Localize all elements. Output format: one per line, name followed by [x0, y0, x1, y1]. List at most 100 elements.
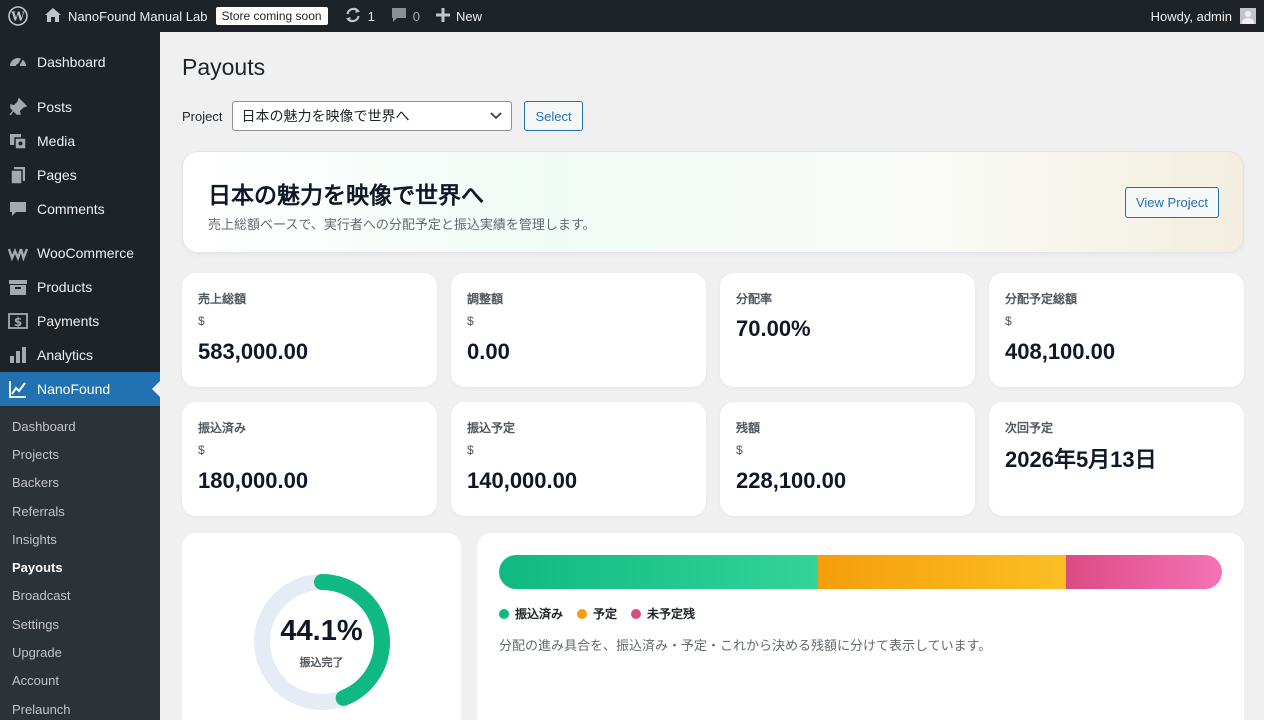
legend-paid: 振込済み [499, 605, 563, 622]
comments-link[interactable]: 0 [383, 0, 428, 32]
page-title: Payouts [182, 54, 266, 80]
account-menu[interactable]: Howdy, admin [1143, 0, 1264, 32]
stat-label: 振込予定 [467, 421, 516, 435]
admin-sidebar: Dashboard Posts Media Pages Comments Woo… [0, 32, 160, 720]
menu-label: Products [37, 279, 93, 295]
stat-label: 残額 [736, 421, 761, 435]
stat-currency: $ [736, 443, 743, 457]
pin-icon [8, 97, 28, 117]
submenu-insights[interactable]: Insights [0, 525, 160, 553]
menu-media[interactable]: Media [0, 124, 160, 158]
chart-line-icon [8, 379, 28, 399]
menu-label: Pages [37, 167, 77, 183]
completion-ring-card: 44.1% 振込完了 [182, 533, 461, 720]
submenu-broadcast[interactable]: Broadcast [0, 582, 160, 610]
main-content: Payouts Project 日本の魅力を映像で世界へ Select 日本の魅… [160, 32, 1264, 720]
menu-comments[interactable]: Comments [0, 192, 160, 226]
menu-pages[interactable]: Pages [0, 158, 160, 192]
stat-card-gross: 売上総額 $ 583,000.00 [182, 273, 437, 387]
menu-dashboard[interactable]: Dashboard [0, 45, 160, 79]
stat-label: 売上総額 [198, 292, 247, 306]
stat-card-rate: 分配率 70.00% [720, 273, 975, 387]
hero-title: 日本の魅力を映像で世界へ [208, 182, 484, 208]
legend-remaining: 未予定残 [631, 605, 695, 622]
project-hero: 日本の魅力を映像で世界へ 売上総額ベースで、実行者への分配予定と振込実績を管理し… [182, 151, 1244, 253]
menu-posts[interactable]: Posts [0, 90, 160, 124]
submenu-projects[interactable]: Projects [0, 440, 160, 468]
refresh-icon [344, 6, 362, 27]
woocommerce-icon [8, 243, 28, 263]
pages-icon [8, 165, 28, 185]
distribution-legend: 振込済み 予定 未予定残 [499, 605, 695, 622]
submenu-backers[interactable]: Backers [0, 469, 160, 497]
legend-label: 予定 [593, 607, 618, 621]
distribution-bar [499, 555, 1222, 589]
menu-label: NanoFound [37, 381, 111, 397]
stat-card-adjustment: 調整額 $ 0.00 [451, 273, 706, 387]
stat-card-planned: 分配予定総額 $ 408,100.00 [989, 273, 1244, 387]
submenu-payouts[interactable]: Payouts [0, 553, 160, 581]
stat-value: 70.00% [736, 316, 811, 341]
bar-chart-icon [8, 345, 28, 365]
completion-percent: 44.1% [280, 615, 363, 647]
menu-nanofound[interactable]: NanoFound [0, 372, 160, 406]
menu-woocommerce[interactable]: WooCommerce [0, 236, 160, 270]
site-name-link[interactable]: NanoFound Manual Lab Store coming soon [36, 0, 336, 32]
submenu-settings[interactable]: Settings [0, 610, 160, 638]
stat-currency: $ [198, 443, 205, 457]
media-icon [8, 131, 28, 151]
legend-scheduled: 予定 [577, 605, 617, 622]
svg-text:$: $ [14, 315, 22, 329]
stat-card-remaining: 残額 $ 228,100.00 [720, 402, 975, 516]
wordpress-logo-icon[interactable]: W [0, 0, 36, 32]
stat-label: 分配率 [736, 292, 773, 306]
project-selected-value: 日本の魅力を映像で世界へ [241, 108, 410, 124]
stat-card-scheduled: 振込予定 $ 140,000.00 [451, 402, 706, 516]
distribution-progress-card: 振込済み 予定 未予定残 分配の進み具合を、振込済み・予定・これから決める残額に… [477, 533, 1244, 720]
stat-currency: $ [198, 314, 205, 328]
menu-products[interactable]: Products [0, 270, 160, 304]
menu-label: Comments [37, 201, 105, 217]
stat-value: 408,100.00 [1005, 339, 1116, 364]
stat-card-paid: 振込済み $ 180,000.00 [182, 402, 437, 516]
submenu-upgrade[interactable]: Upgrade [0, 638, 160, 666]
legend-label: 未予定残 [647, 607, 696, 621]
view-project-button[interactable]: View Project [1124, 187, 1219, 218]
completion-label: 振込完了 [299, 657, 344, 669]
stat-currency: $ [467, 443, 474, 457]
submenu-referrals[interactable]: Referrals [0, 497, 160, 525]
new-content-link[interactable]: New [428, 0, 490, 32]
bar-segment-remaining [1065, 555, 1222, 589]
stat-currency: $ [1005, 314, 1012, 328]
stat-label: 次回予定 [1005, 421, 1054, 435]
submenu-dashboard[interactable]: Dashboard [0, 412, 160, 440]
select-button[interactable]: Select [524, 101, 583, 131]
bar-segment-paid [499, 555, 818, 589]
stat-value: 0.00 [467, 339, 510, 364]
comment-bubble-icon [391, 7, 407, 26]
store-status-badge[interactable]: Store coming soon [215, 7, 328, 25]
project-label: Project [182, 108, 223, 124]
nanofound-submenu: Dashboard Projects Backers Referrals Ins… [0, 406, 160, 720]
progress-note: 分配の進み具合を、振込済み・予定・これから決める残額に分けて表示しています。 [499, 638, 992, 653]
chevron-down-icon [489, 108, 503, 127]
plus-icon [436, 7, 451, 25]
menu-payments[interactable]: $ Payments [0, 304, 160, 338]
stat-label: 振込済み [198, 421, 247, 435]
dollar-icon: $ [8, 311, 28, 331]
submenu-prelaunch[interactable]: Prelaunch [0, 695, 160, 720]
menu-label: Dashboard [37, 54, 106, 70]
submenu-account[interactable]: Account [0, 667, 160, 695]
stat-currency: $ [467, 314, 474, 328]
updates-count: 1 [367, 8, 375, 24]
svg-text:W: W [10, 10, 25, 24]
archive-icon [8, 277, 28, 297]
comment-icon [8, 199, 28, 219]
menu-analytics[interactable]: Analytics [0, 338, 160, 372]
legend-label: 振込済み [515, 607, 564, 621]
stat-value: 2026年5月13日 [1005, 447, 1157, 472]
updates-link[interactable]: 1 [336, 0, 383, 32]
home-icon [44, 7, 62, 26]
project-select[interactable]: 日本の魅力を映像で世界へ [232, 101, 513, 131]
greeting: Howdy, admin [1150, 8, 1232, 24]
